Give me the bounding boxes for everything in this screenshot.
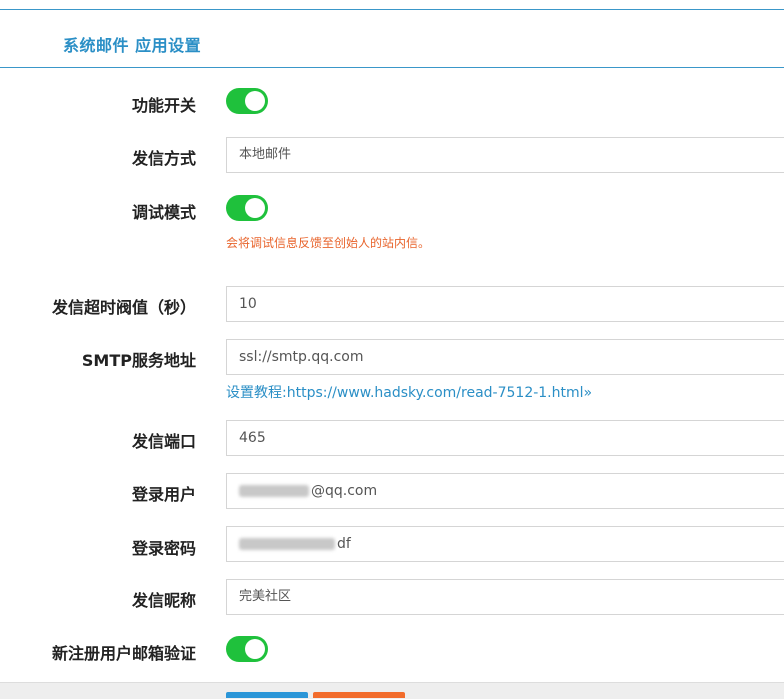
redacted-text (239, 538, 335, 550)
sender-name-input[interactable]: 完美社区 (226, 579, 784, 615)
port-input[interactable]: 465 (226, 420, 784, 456)
smtp-server-input[interactable]: ssl://smtp.qq.com (226, 339, 784, 375)
page-title: 系统邮件 应用设置 (63, 36, 202, 55)
toggle-knob (245, 198, 265, 218)
register-verify-toggle[interactable] (226, 636, 268, 662)
send-method-select[interactable]: 本地邮件 (226, 137, 784, 173)
register-verify-label: 新注册用户邮箱验证 (51, 644, 196, 663)
feature-switch-toggle[interactable] (226, 88, 268, 114)
login-password-label: 登录密码 (131, 539, 196, 558)
toggle-knob (245, 91, 265, 111)
login-user-input[interactable]: @qq.com (226, 473, 784, 509)
debug-mode-label: 调试模式 (131, 203, 196, 222)
login-user-label: 登录用户 (131, 485, 196, 504)
save-button[interactable] (226, 692, 308, 698)
smtp-tutorial-link[interactable]: 设置教程:https://www.hadsky.com/read-7512-1.… (226, 382, 592, 402)
login-password-suffix: df (337, 536, 351, 552)
login-password-input[interactable]: df (226, 526, 784, 562)
timeout-input[interactable]: 10 (226, 286, 784, 322)
send-method-label: 发信方式 (131, 149, 196, 168)
debug-mode-toggle[interactable] (226, 195, 268, 221)
reset-button[interactable] (313, 692, 405, 698)
smtp-server-label: SMTP服务地址 (81, 351, 196, 370)
feature-switch-label: 功能开关 (131, 96, 196, 115)
redacted-text (239, 485, 309, 497)
login-user-suffix: @qq.com (311, 483, 378, 499)
page-header: 系统邮件 应用设置 (0, 10, 784, 68)
sender-name-label: 发信昵称 (131, 591, 196, 610)
port-label: 发信端口 (131, 432, 196, 451)
debug-mode-hint: 会将调试信息反馈至创始人的站内信。 (226, 236, 431, 250)
timeout-label: 发信超时阀值（秒） (51, 298, 196, 317)
toggle-knob (245, 639, 265, 659)
